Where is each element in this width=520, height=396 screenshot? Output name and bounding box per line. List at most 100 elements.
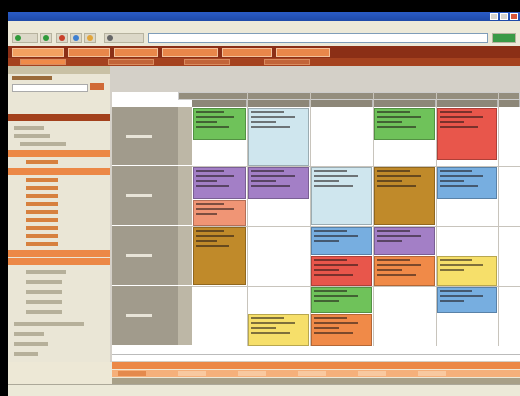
tab-4[interactable]	[162, 48, 218, 57]
course-block[interactable]	[437, 287, 497, 313]
stop-icon	[59, 35, 65, 41]
time-column	[178, 107, 192, 166]
subtab-4[interactable]	[264, 59, 310, 65]
close-icon[interactable]	[510, 13, 518, 20]
tree-item[interactable]	[26, 202, 58, 206]
tree-item[interactable]	[26, 242, 58, 246]
bottom-tab[interactable]	[298, 371, 326, 376]
search-button[interactable]	[104, 33, 144, 43]
tree-item[interactable]	[26, 178, 58, 182]
tree-item[interactable]	[26, 280, 62, 284]
tree-item[interactable]	[26, 226, 58, 230]
menu-bar	[8, 21, 520, 30]
tree-item[interactable]	[26, 160, 58, 164]
tree-item[interactable]	[26, 290, 62, 294]
status-bar	[8, 384, 520, 396]
maximize-icon[interactable]	[500, 13, 508, 20]
row-label	[126, 135, 152, 138]
sidebar-section-header[interactable]	[8, 114, 110, 121]
tree-item-selected[interactable]	[8, 258, 110, 265]
search-icon	[107, 35, 113, 41]
refresh-icon	[73, 35, 79, 41]
back-icon	[15, 35, 21, 41]
bottom-tab[interactable]	[358, 371, 386, 376]
course-block[interactable]	[374, 256, 435, 286]
address-bar[interactable]	[148, 33, 488, 43]
course-block[interactable]	[437, 108, 497, 160]
tree-item[interactable]	[26, 270, 66, 274]
sidebar-search-button[interactable]	[90, 83, 104, 90]
day-header	[192, 100, 247, 107]
course-block[interactable]	[374, 227, 435, 255]
tree-item[interactable]	[14, 342, 48, 346]
course-block[interactable]	[311, 256, 372, 286]
browser-toolbar	[8, 30, 520, 47]
tree-item-selected[interactable]	[8, 250, 110, 257]
tree-item[interactable]	[14, 126, 44, 130]
day-header	[373, 100, 436, 107]
course-block[interactable]	[193, 227, 246, 285]
bottom-tab[interactable]	[418, 371, 446, 376]
timetable-footer-row	[112, 354, 520, 361]
tab-1[interactable]	[12, 48, 64, 57]
course-block[interactable]	[437, 167, 497, 199]
go-button[interactable]	[492, 33, 516, 43]
sub-tab-bar	[8, 58, 520, 66]
course-block[interactable]	[248, 108, 309, 166]
tab-3[interactable]	[114, 48, 158, 57]
tree-item[interactable]	[20, 142, 66, 146]
course-block[interactable]	[311, 287, 372, 313]
time-column	[178, 166, 192, 226]
course-block[interactable]	[437, 256, 497, 286]
tree-item-selected[interactable]	[8, 168, 110, 175]
stop-button[interactable]	[56, 33, 68, 43]
sidebar-search-input[interactable]	[12, 84, 88, 92]
back-button[interactable]	[12, 33, 38, 43]
course-block[interactable]	[248, 314, 309, 346]
tree-item[interactable]	[14, 134, 50, 138]
row-label	[126, 194, 152, 197]
bottom-tab[interactable]	[178, 371, 206, 376]
tree-item[interactable]	[26, 194, 58, 198]
home-button[interactable]	[84, 33, 96, 43]
refresh-button[interactable]	[70, 33, 82, 43]
tab-2[interactable]	[68, 48, 110, 57]
course-block[interactable]	[311, 167, 372, 225]
tree-item[interactable]	[26, 300, 62, 304]
title-bar	[8, 12, 520, 21]
subtab-1[interactable]	[20, 59, 66, 65]
tree-item[interactable]	[26, 310, 62, 314]
minimize-icon[interactable]	[490, 13, 498, 20]
window-title	[8, 13, 20, 19]
tree-item[interactable]	[26, 186, 58, 190]
timetable-grid	[112, 92, 520, 360]
course-block[interactable]	[193, 200, 246, 226]
row-label	[126, 254, 152, 257]
day-header	[436, 100, 498, 107]
forward-button[interactable]	[40, 33, 52, 43]
subtab-3[interactable]	[184, 59, 230, 65]
course-block[interactable]	[374, 167, 435, 225]
day-header	[498, 100, 520, 107]
tree-item[interactable]	[14, 322, 84, 326]
subtab-2[interactable]	[108, 59, 154, 65]
tree-item[interactable]	[14, 352, 38, 356]
bottom-tab[interactable]	[118, 371, 146, 376]
course-block[interactable]	[311, 227, 372, 255]
tree-item[interactable]	[26, 218, 58, 222]
timetable-row-header	[112, 166, 178, 226]
bottom-tab[interactable]	[238, 371, 266, 376]
tree-item[interactable]	[26, 210, 58, 214]
tab-5[interactable]	[222, 48, 272, 57]
course-block[interactable]	[193, 167, 246, 199]
course-block[interactable]	[193, 108, 246, 140]
tree-item-selected[interactable]	[8, 150, 110, 157]
course-block[interactable]	[311, 314, 372, 346]
course-block[interactable]	[248, 167, 309, 199]
course-block[interactable]	[374, 108, 435, 140]
forward-icon	[43, 35, 49, 41]
main-tab-bar	[8, 46, 520, 58]
tree-item[interactable]	[26, 234, 58, 238]
tree-item[interactable]	[14, 332, 44, 336]
tab-6[interactable]	[276, 48, 330, 57]
